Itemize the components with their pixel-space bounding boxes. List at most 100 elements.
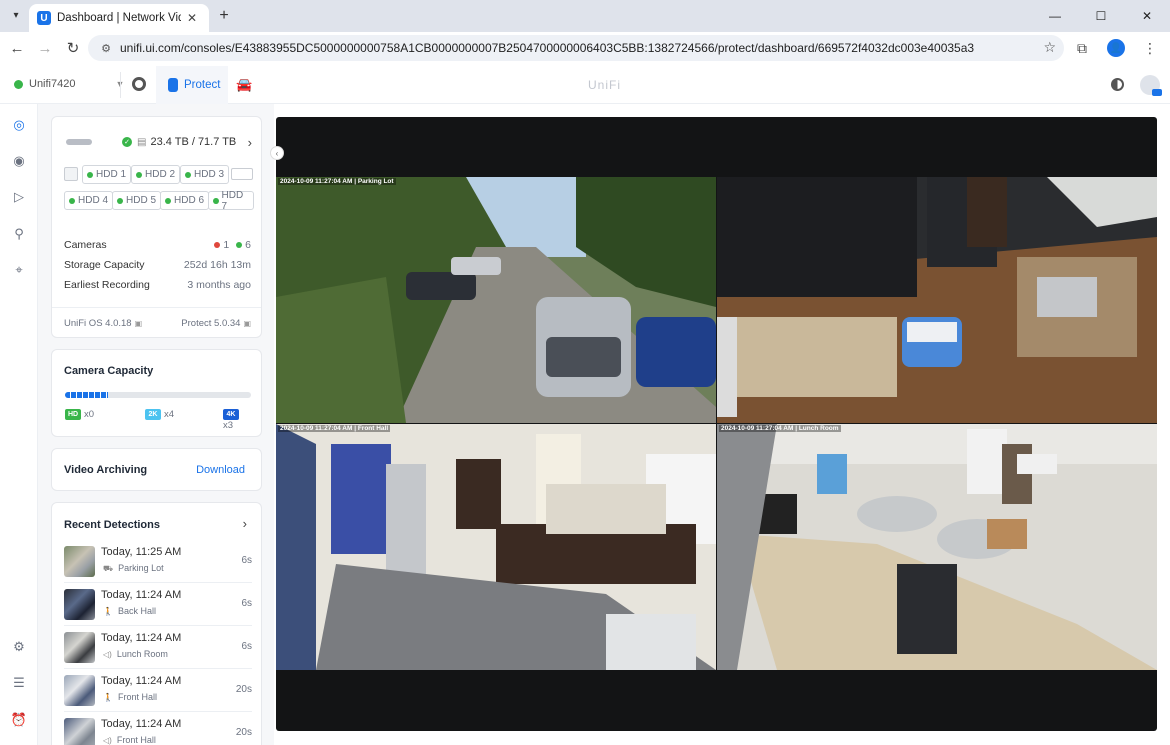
camera-counts: 1 6: [214, 239, 251, 251]
hdd-badge[interactable]: HDD 4: [64, 191, 114, 210]
minimize-icon[interactable]: —: [1032, 0, 1078, 32]
video-archiving-title: Video Archiving: [64, 464, 148, 476]
fourk-badge: 4K: [223, 409, 239, 420]
settings-gear-icon[interactable]: ⚙: [11, 639, 27, 655]
detection-camera-name: Lunch Room: [116, 649, 168, 659]
storage-capacity-label: Storage Capacity: [64, 259, 145, 271]
detection-duration: 20s: [235, 727, 252, 738]
hdd-ok-icon: [69, 197, 75, 204]
parking-lot-scene: [276, 177, 716, 423]
hdd-badge[interactable]: HDD 6: [160, 191, 210, 210]
bookmark-star-icon[interactable]: ☆: [1043, 39, 1056, 56]
console-selector[interactable]: Unifi7420 ▼: [14, 78, 124, 90]
resolution-legend: HD x0 2K x4 4Kx3: [65, 409, 251, 431]
theme-toggle-icon[interactable]: [1111, 78, 1124, 91]
list-item[interactable]: Today, 11:24 AM 🚶 Front Hall 20s: [64, 670, 252, 712]
alarm-icon[interactable]: ⏰: [11, 712, 27, 728]
url-text[interactable]: unifi.ui.com/consoles/E43883955DC5000000…: [120, 41, 1040, 55]
audio-icon: ◁): [103, 650, 112, 659]
browser-menu-icon[interactable]: ⋮: [1136, 34, 1164, 62]
detections-person-icon[interactable]: ⚲: [11, 226, 27, 242]
recent-detections-card: Recent Detections › Today, 11:25 AM ⛟ Par…: [51, 502, 262, 745]
play-icon[interactable]: ▷: [11, 189, 27, 205]
close-window-icon[interactable]: ✕: [1124, 0, 1170, 32]
check-status-icon: ✓: [122, 137, 132, 147]
storage-capacity-value: 252d 16h 13m: [183, 259, 251, 271]
close-tab-icon[interactable]: ✕: [187, 11, 197, 25]
release-notes-icon: ▣: [243, 319, 251, 328]
tab-search-chevron-icon[interactable]: ▾: [6, 5, 26, 25]
server-room-scene: [717, 177, 1157, 423]
hd-badge: HD: [65, 409, 81, 420]
list-item[interactable]: Today, 11:24 AM 🚶 Back Hall 6s: [64, 584, 252, 626]
hdd-label: HDD 2: [145, 169, 176, 180]
feed-timestamp-label: 2024-10-09 11:27:04 AM | Lunch Room: [719, 425, 841, 432]
recent-detections-title: Recent Detections: [64, 519, 160, 531]
maximize-icon[interactable]: ☐: [1078, 0, 1124, 32]
hdd-label: HDD 5: [126, 195, 157, 206]
car-icon: ⛟: [103, 564, 114, 573]
forward-arrow-icon[interactable]: →: [31, 34, 59, 62]
collapse-panel-chevron-icon[interactable]: ‹: [270, 146, 284, 160]
app-header: Unifi7420 ▼ Protect 🚘 UniFi: [0, 66, 1170, 104]
cameras-icon[interactable]: ◉: [11, 153, 27, 169]
detection-time: Today, 11:24 AM: [101, 589, 182, 601]
list-item[interactable]: Today, 11:25 AM ⛟ Parking Lot 6s: [64, 541, 252, 583]
tab-protect[interactable]: Protect: [156, 66, 228, 104]
protect-version-text: Protect 5.0.34: [181, 318, 241, 329]
lunch-room-scene: [717, 424, 1157, 670]
hdd-badge[interactable]: HDD 2: [131, 165, 181, 184]
detection-thumbnail: [64, 718, 95, 745]
storage-summary-row[interactable]: ✓ ▤ 23.4 TB / 71.7 TB ›: [66, 133, 252, 151]
hdd-ok-icon: [136, 171, 142, 178]
ai-scan-icon[interactable]: ⌖: [11, 262, 27, 278]
profile-button[interactable]: 👤: [1102, 34, 1130, 62]
extensions-icon[interactable]: ⧉: [1068, 34, 1096, 62]
camera-feed-lunch-room[interactable]: 2024-10-09 11:27:04 AM | Lunch Room: [717, 424, 1157, 670]
camera-feed-front-hall[interactable]: 2024-10-09 11:27:04 AM | Front Hall: [276, 424, 716, 670]
hdd-badge[interactable]: HDD 5: [112, 191, 162, 210]
twok-legend: 2K x4: [145, 409, 174, 420]
camera-capacity-card: Camera Capacity HD x0 2K x4 4Kx3: [51, 349, 262, 437]
access-car-icon[interactable]: 🚘: [236, 77, 252, 93]
browser-tab[interactable]: U Dashboard | Network Video Re ✕: [29, 4, 209, 32]
detection-thumbnail: [64, 546, 95, 577]
expansion-bay-icon: [231, 168, 253, 180]
left-nav-rail: ◎ ◉ ▷ ⚲ ⌖ ⚙ ☰ ⏰: [0, 104, 38, 745]
camera-feed-server-room[interactable]: [717, 177, 1157, 423]
unifi-os-icon[interactable]: [132, 77, 146, 91]
reload-icon[interactable]: ↻: [59, 34, 87, 62]
os-version[interactable]: UniFi OS 4.0.18 ▣: [64, 318, 142, 329]
detection-duration: 6s: [241, 641, 252, 652]
site-info-icon[interactable]: ⚙: [98, 40, 114, 56]
hdd-badge[interactable]: HDD 1: [82, 165, 132, 184]
release-notes-icon: ▣: [134, 319, 143, 328]
dashboard-icon[interactable]: ◎: [11, 117, 27, 133]
list-item[interactable]: Today, 11:24 AM ◁) Lunch Room 6s: [64, 627, 252, 669]
logs-icon[interactable]: ☰: [11, 675, 27, 691]
chevron-right-icon[interactable]: ›: [243, 516, 247, 531]
camera-capacity-bar: [65, 392, 251, 398]
os-version-text: UniFi OS 4.0.18: [64, 318, 132, 329]
list-item[interactable]: Today, 11:24 AM ◁) Front Hall 20s: [64, 713, 252, 745]
download-link[interactable]: Download: [196, 464, 245, 476]
back-arrow-icon[interactable]: ←: [3, 34, 31, 62]
tab-protect-label: Protect: [184, 79, 221, 91]
storage-capacity-row: Storage Capacity 252d 16h 13m: [64, 259, 251, 271]
user-avatar[interactable]: [1140, 75, 1162, 96]
camera-feed-parking-lot[interactable]: 2024-10-09 11:27:04 AM | Parking Lot: [276, 177, 716, 423]
hdd-ok-icon: [165, 197, 171, 204]
hdd-badge[interactable]: HDD 7: [208, 190, 254, 212]
new-tab-plus-icon[interactable]: +: [214, 6, 234, 26]
audio-icon: ◁): [103, 736, 112, 745]
cameras-stat-row: Cameras 1 6: [64, 239, 251, 251]
unifi-favicon-icon: U: [37, 11, 51, 25]
address-bar[interactable]: ⚙ unifi.ui.com/consoles/E43883955DC50000…: [88, 35, 1064, 61]
online-dot-icon: [236, 242, 243, 248]
protect-version[interactable]: Protect 5.0.34 ▣: [181, 318, 251, 329]
detection-camera: 🚶 Back Hall: [103, 606, 156, 616]
feed-timestamp-label: 2024-10-09 11:27:04 AM | Front Hall: [278, 425, 391, 432]
chevron-right-icon[interactable]: ›: [248, 135, 252, 150]
hdd-badge[interactable]: HDD 3: [180, 165, 230, 184]
detection-camera: ◁) Lunch Room: [103, 649, 168, 659]
